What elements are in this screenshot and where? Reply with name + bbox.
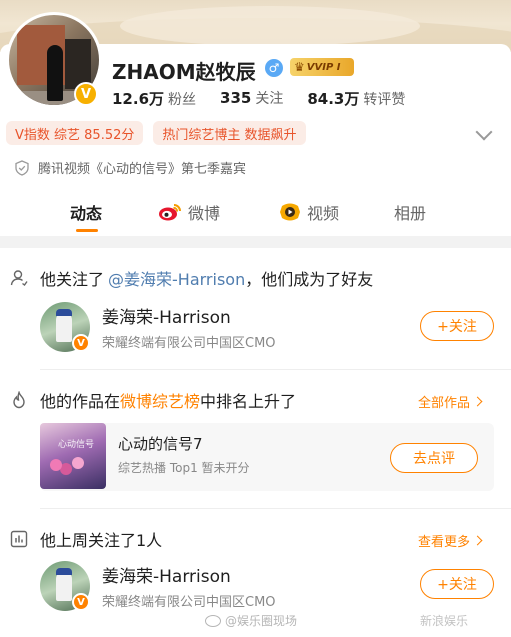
follow-prefix: 他关注了 — [40, 270, 105, 289]
stat-following-label: 关注 — [255, 91, 284, 107]
shield-check-icon — [15, 159, 29, 176]
stat-followers-value: 12.6万 — [112, 90, 165, 108]
ranking-prefix: 他的作品在 — [40, 392, 121, 411]
stat-interactions-value: 84.3万 — [307, 90, 360, 108]
active-tab-indicator — [76, 229, 98, 232]
certification-text: 腾讯视频《心动的信号》第七季嘉宾 — [38, 162, 247, 177]
mention-link[interactable]: @姜海荣-Harrison — [108, 266, 245, 290]
work-card[interactable]: 心动信号 心动的信号7 综艺热播 Top1 暂未开分 去点评 — [40, 423, 494, 491]
follow-button[interactable]: +关注 — [420, 569, 494, 599]
user-name[interactable]: 姜海荣-Harrison — [102, 562, 276, 587]
user-card[interactable]: V 姜海荣-Harrison 荣耀终端有限公司中国区CMO — [40, 302, 276, 352]
gender-male-icon: ♂ — [265, 59, 283, 77]
stat-interactions-label: 转评赞 — [363, 92, 406, 108]
profile-tabs: 动态 微博 视频 相册 — [0, 195, 511, 235]
feed-ranking-headline: 他的作品在 微博综艺榜 中排名上升了 — [10, 388, 296, 412]
weibo-logo-icon — [205, 614, 221, 627]
review-button[interactable]: 去点评 — [390, 443, 478, 473]
work-cover-text: 心动信号 — [58, 440, 95, 450]
user-avatar[interactable]: V — [40, 561, 90, 611]
watermark-right: 新浪娱乐 — [420, 614, 469, 628]
tag-v-index[interactable]: V指数 综艺 85.52分 — [6, 121, 144, 145]
stat-followers-label: 粉丝 — [168, 92, 197, 108]
person-follow-icon — [10, 270, 28, 286]
feed-item-follow: 他关注了 @姜海荣-Harrison ，他们成为了好友 V 姜海荣-Harris… — [0, 248, 511, 368]
tab-weibo-label: 微博 — [188, 204, 221, 223]
tag-hot-blogger[interactable]: 热门综艺博主 数据飙升 — [153, 121, 306, 145]
verified-badge-icon: V — [72, 334, 90, 352]
tab-dynamics[interactable]: 动态 — [70, 200, 102, 224]
follow-button[interactable]: +关注 — [420, 311, 494, 341]
verified-badge-icon: V — [74, 82, 98, 106]
ranking-suffix: 中排名上升了 — [200, 392, 297, 411]
work-subtitle: 综艺热播 Top1 暂未开分 — [118, 461, 250, 475]
certification-row: 腾讯视频《心动的信号》第七季嘉宾 — [14, 158, 246, 177]
watermark: @娱乐圈现场 — [205, 612, 297, 629]
watermark-text: @娱乐圈现场 — [225, 614, 298, 628]
stat-following[interactable]: 335 关注 — [220, 88, 283, 109]
weibo-icon — [159, 204, 181, 221]
user-name[interactable]: 姜海荣-Harrison — [102, 303, 276, 328]
feed-follow-headline: 他关注了 @姜海荣-Harrison ，他们成为了好友 — [10, 266, 373, 290]
follow-suffix: ，他们成为了好友 — [245, 270, 374, 289]
user-description: 荣耀终端有限公司中国区CMO — [102, 336, 276, 351]
profile-name: ZHAOM赵牧辰 — [112, 60, 256, 84]
stat-followers[interactable]: 12.6万 粉丝 — [112, 88, 196, 109]
work-title: 心动的信号7 — [118, 435, 203, 453]
user-avatar[interactable]: V — [40, 302, 90, 352]
user-description: 荣耀终端有限公司中国区CMO — [102, 595, 276, 610]
tab-video-label: 视频 — [307, 204, 340, 223]
tab-video[interactable]: 视频 — [279, 200, 339, 224]
stat-following-value: 335 — [220, 89, 252, 107]
work-cover-image[interactable]: 心动信号 — [40, 423, 106, 489]
tab-album[interactable]: 相册 — [394, 200, 426, 224]
flame-icon — [13, 391, 25, 409]
video-icon — [280, 203, 300, 221]
vvip-label: VVIP I — [306, 61, 341, 73]
feed-item-ranking: 他的作品在 微博综艺榜 中排名上升了 全部作品 心动信号 心动的信号7 综艺热播… — [0, 370, 511, 502]
feed-weekly-headline: 他上周关注了1人 — [10, 527, 162, 551]
tab-album-label: 相册 — [394, 204, 427, 223]
tab-dynamics-label: 动态 — [70, 204, 103, 223]
all-works-link[interactable]: 全部作品 — [418, 392, 481, 411]
weekly-follow-title: 他上周关注了1人 — [40, 531, 163, 550]
verified-badge-icon: V — [72, 593, 90, 611]
ranking-list-link[interactable]: 微博综艺榜 — [120, 388, 200, 412]
user-card[interactable]: V 姜海荣-Harrison 荣耀终端有限公司中国区CMO — [40, 561, 276, 611]
bar-chart-icon — [10, 530, 28, 548]
section-separator — [0, 236, 511, 248]
profile-tags: V指数 综艺 85.52分 热门综艺博主 数据飙升 — [6, 121, 306, 145]
stat-interactions[interactable]: 84.3万 转评赞 — [307, 88, 405, 109]
profile-stats: 12.6万 粉丝 335 关注 84.3万 转评赞 — [112, 88, 429, 109]
tab-weibo[interactable]: 微博 — [158, 200, 220, 224]
vvip-badge[interactable]: ♛ VVIP I — [290, 58, 354, 76]
see-more-link[interactable]: 查看更多 — [418, 531, 481, 550]
crown-icon: ♛ — [294, 60, 305, 74]
